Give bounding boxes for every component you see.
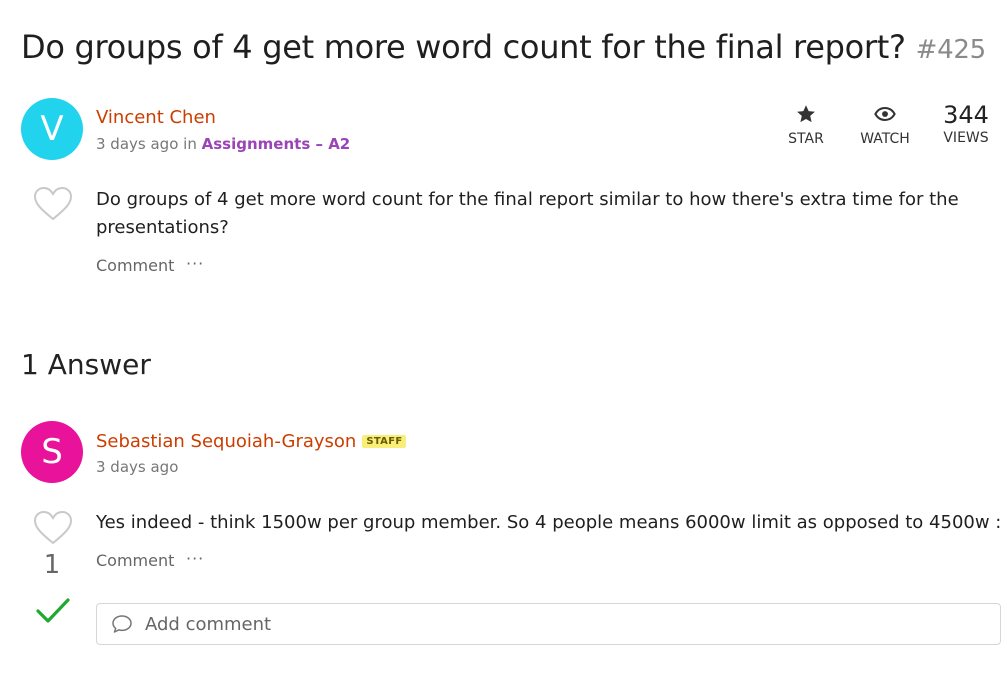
views-stat: 344 VIEWS xyxy=(938,101,994,146)
heart-icon xyxy=(33,186,73,221)
answer-author-row: Sebastian Sequoiah-Grayson STAFF xyxy=(96,431,407,452)
answer-comment-button[interactable]: Comment xyxy=(96,551,174,570)
answer-author-name[interactable]: Sebastian Sequoiah-Grayson xyxy=(96,431,356,452)
question-more-button[interactable]: ··· xyxy=(186,254,204,273)
watch-button[interactable]: WATCH xyxy=(852,103,918,147)
staff-badge: STAFF xyxy=(362,435,407,448)
answers-heading: 1 Answer xyxy=(21,348,151,381)
eye-icon xyxy=(852,103,918,127)
star-label: STAR xyxy=(788,131,824,147)
category-link[interactable]: Assignments – A2 xyxy=(202,135,351,153)
answer-like-count: 1 xyxy=(43,550,61,580)
accepted-answer-indicator xyxy=(36,597,70,629)
author-avatar[interactable]: V xyxy=(21,98,83,160)
question-comment-button[interactable]: Comment xyxy=(96,256,174,275)
question-body: Do groups of 4 get more word count for t… xyxy=(96,189,959,238)
checkmark-icon xyxy=(36,598,70,623)
answer-time: 3 days ago xyxy=(96,458,179,476)
question-in-label: in xyxy=(183,135,197,153)
answer-like-button[interactable] xyxy=(33,510,73,550)
answer-more-button[interactable]: ··· xyxy=(186,549,204,568)
question-number[interactable]: #425 xyxy=(916,35,987,65)
views-count: 344 xyxy=(943,101,989,129)
question-time: 3 days ago xyxy=(96,135,179,153)
star-icon xyxy=(776,103,836,127)
question-meta: 3 days ago in Assignments – A2 xyxy=(96,135,350,153)
watch-label: WATCH xyxy=(860,131,910,147)
star-button[interactable]: STAR xyxy=(776,103,836,147)
answer-avatar-initial: S xyxy=(41,432,63,472)
add-comment-field[interactable]: Add comment xyxy=(96,603,1001,645)
views-label: VIEWS xyxy=(943,130,989,146)
add-comment-placeholder: Add comment xyxy=(145,613,272,635)
speech-bubble-icon xyxy=(111,614,133,634)
question-title: Do groups of 4 get more word count for t… xyxy=(21,28,906,66)
answer-author-avatar[interactable]: S xyxy=(21,421,83,483)
author-avatar-initial: V xyxy=(40,109,64,149)
question-like-button[interactable] xyxy=(33,186,73,226)
question-title-row: Do groups of 4 get more word count for t… xyxy=(21,28,986,66)
answer-body: Yes indeed - think 1500w per group membe… xyxy=(96,512,1007,533)
heart-icon xyxy=(33,510,73,545)
author-name[interactable]: Vincent Chen xyxy=(96,107,216,128)
